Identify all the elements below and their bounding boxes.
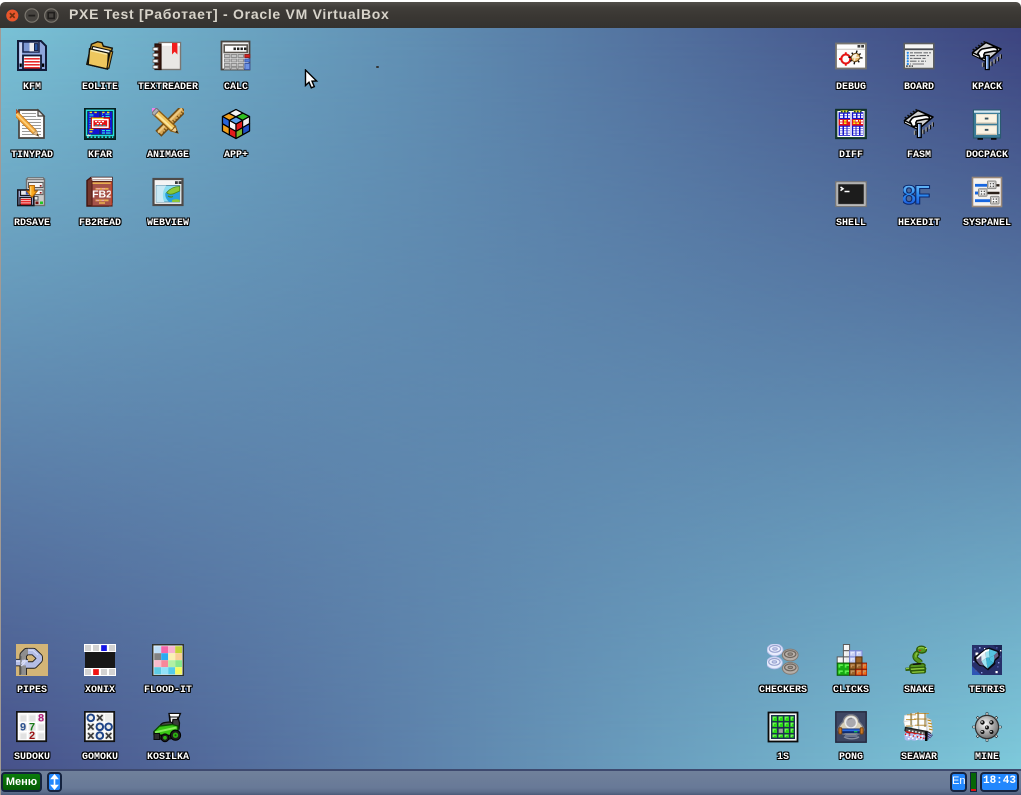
svg-text:8: 8 [38,713,45,725]
svg-text:8F: 8F [903,180,930,208]
svg-text:9: 9 [20,722,27,734]
svg-text:FB2: FB2 [92,189,112,201]
svg-text:2: 2 [29,731,36,743]
